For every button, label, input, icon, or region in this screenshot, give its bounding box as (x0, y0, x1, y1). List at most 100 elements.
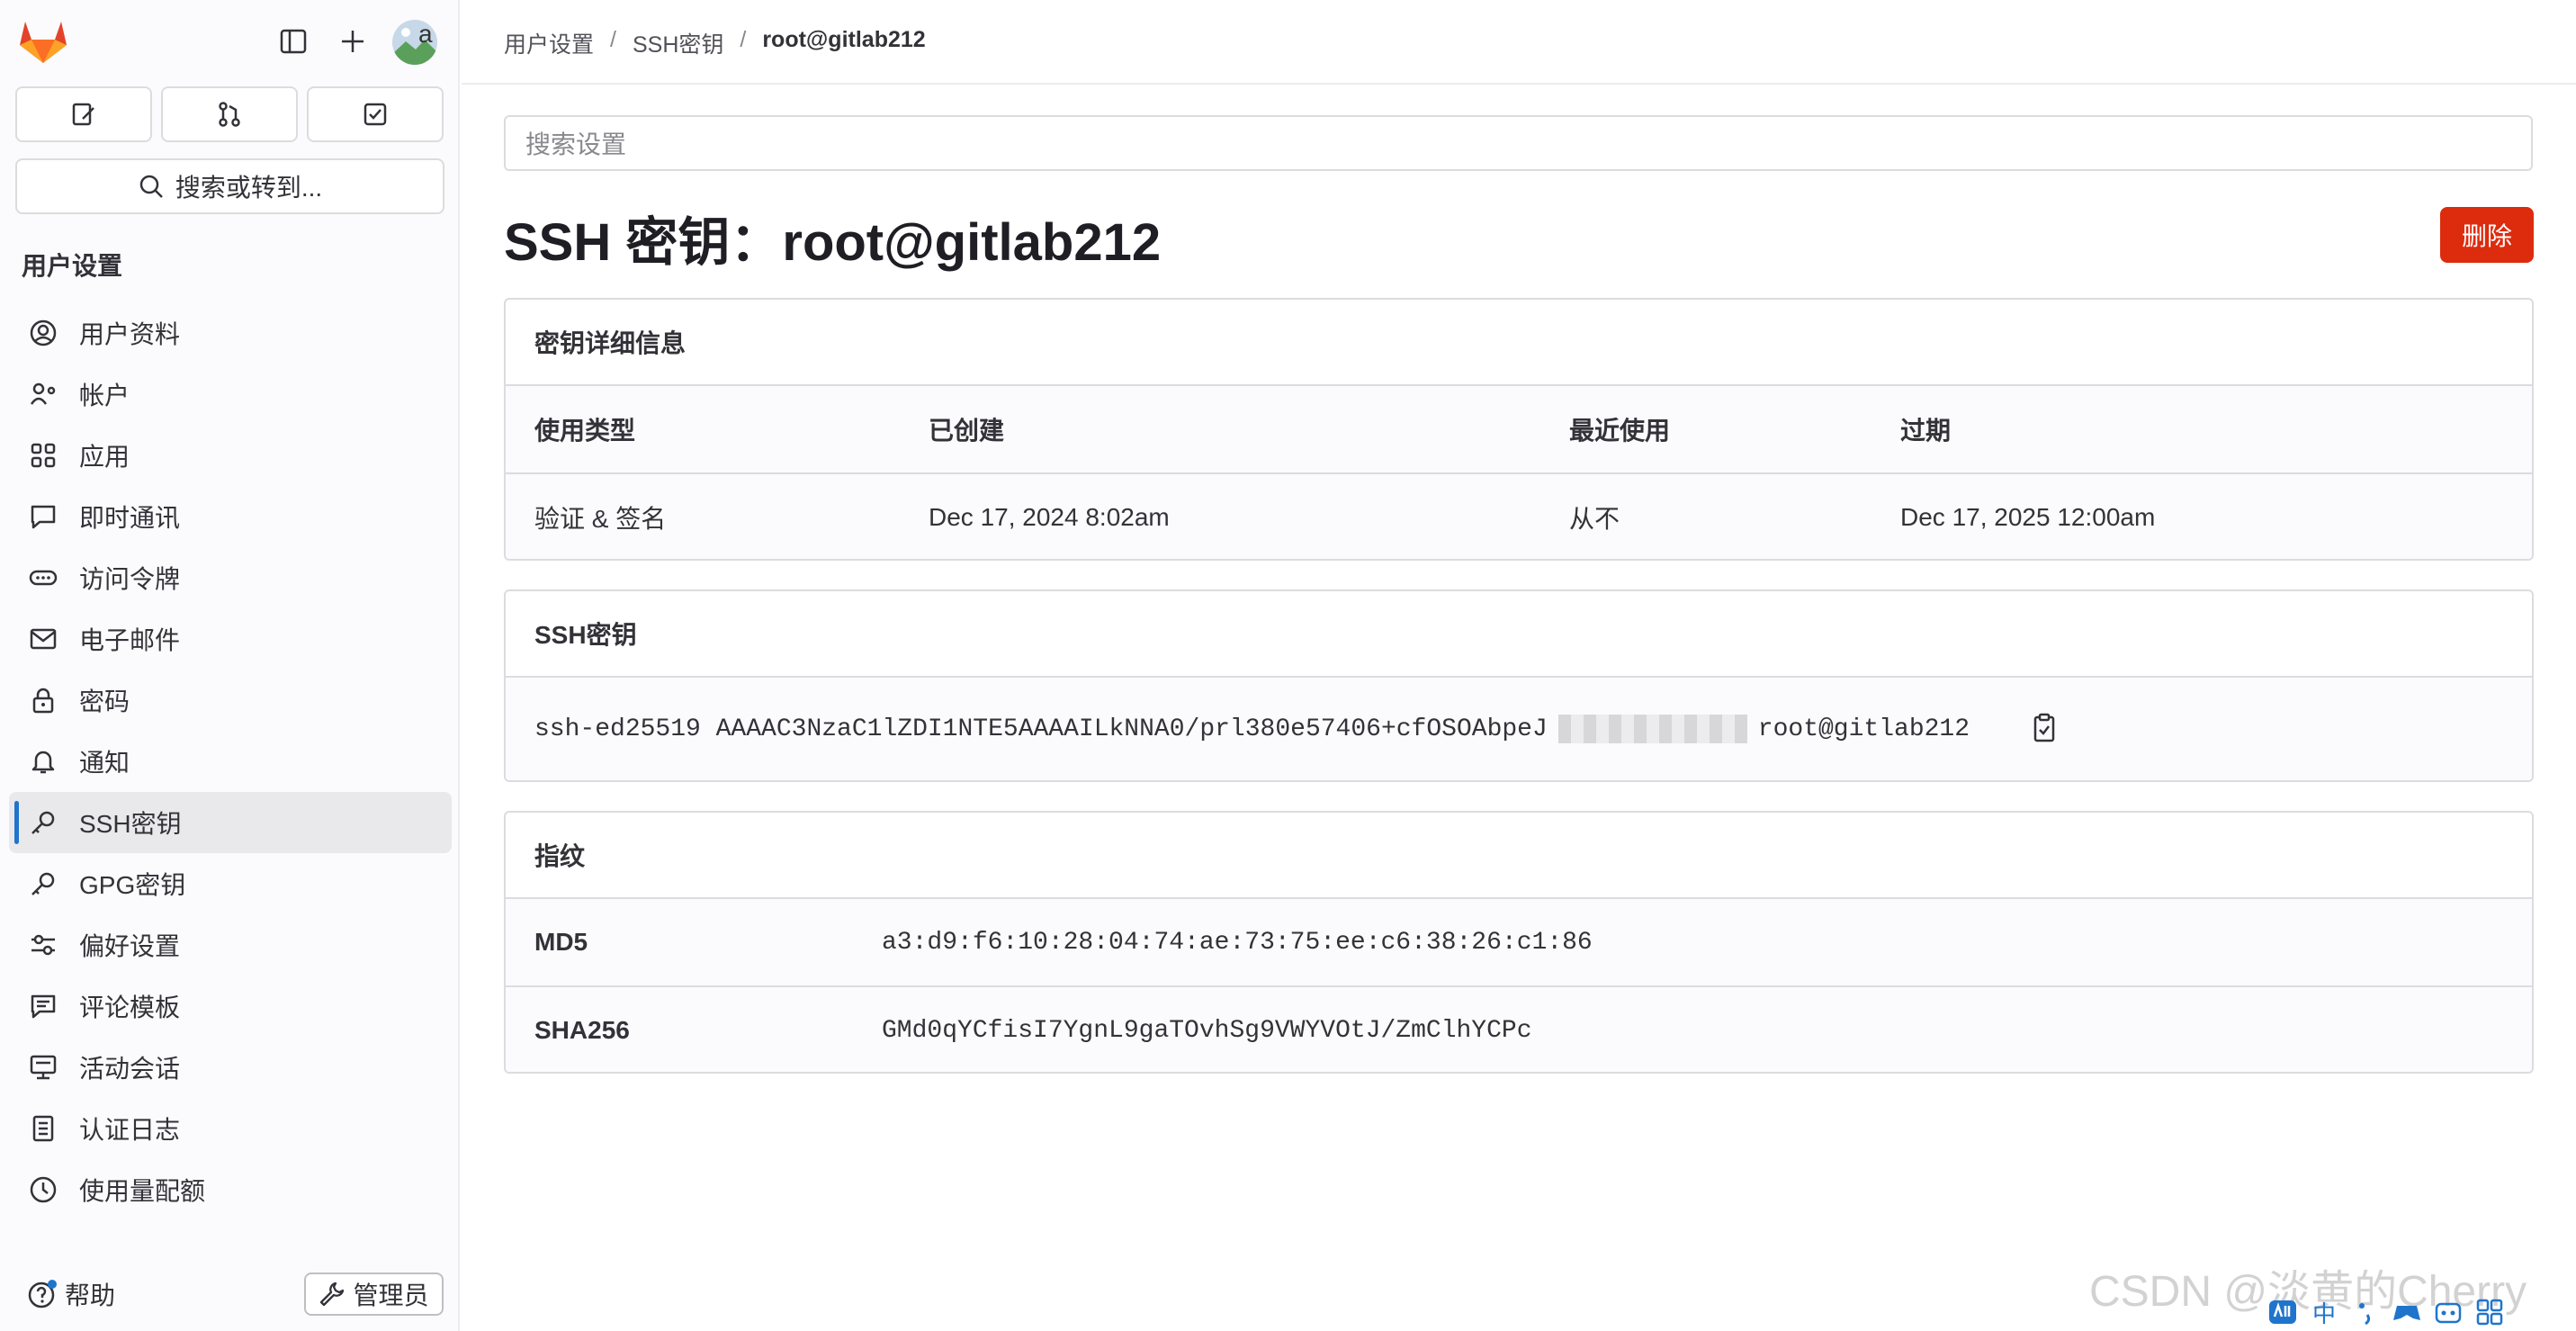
gitlab-logo-icon[interactable] (18, 18, 68, 65)
fingerprint-value-md5: a3:d9:f6:10:28:04:74:ae:73:75:ee:c6:38:2… (882, 928, 1593, 957)
redacted-blur (1557, 715, 1747, 743)
sidebar-section-title: 用户设置 (22, 252, 123, 280)
merge-requests-button[interactable] (161, 86, 298, 142)
sidebar-item-label: 电子邮件 (79, 626, 181, 654)
fingerprint-label-md5: MD5 (534, 928, 588, 956)
sidebar-item-password[interactable]: 密码 (9, 670, 452, 731)
search-or-goto-label: 搜索或转到... (175, 174, 323, 202)
sidebar-item-preferences[interactable]: 偏好设置 (9, 914, 452, 976)
gamepad-icon[interactable] (2392, 1297, 2422, 1327)
column-header-usage-type: 使用类型 (534, 417, 636, 445)
sidebar-item-auth-log[interactable]: 认证日志 (9, 1098, 452, 1159)
sidebar-item-chat[interactable]: 即时通讯 (9, 486, 452, 547)
breadcrumb-item-user-settings[interactable]: 用户设置 (504, 27, 594, 59)
ssh-key-value: ssh-ed25519 AAAAC3NzaC1lZDI1NTE5AAAAILkN… (534, 678, 1970, 780)
fingerprint-label-sha256: SHA256 (534, 1016, 630, 1044)
sidebar-toggle-icon[interactable] (275, 23, 311, 59)
wrench-icon (320, 1282, 345, 1307)
sidebar-item-emails[interactable]: 电子邮件 (9, 608, 452, 670)
sidebar-item-active-sessions[interactable]: 活动会话 (9, 1037, 452, 1098)
ssh-key-card: SSH密钥 ssh-ed25519 AAAAC3NzaC1lZDI1NTE5AA… (504, 589, 2534, 782)
sidebar-item-label: 用户资料 (79, 320, 181, 348)
preferences-icon (27, 929, 59, 961)
ime-icon[interactable] (2267, 1297, 2298, 1327)
breadcrumb-item-ssh-keys[interactable]: SSH密钥 (633, 27, 723, 59)
sidebar-item-comment-templates[interactable]: 评论模板 (9, 976, 452, 1037)
comment-template-icon (27, 990, 59, 1022)
help-button[interactable]: 帮助 (27, 1276, 115, 1312)
applications-icon (27, 439, 59, 472)
breadcrumb: 用户设置 / SSH密钥 / root@gitlab212 (504, 27, 926, 59)
page-title: SSH 密钥：root@gitlab212 (504, 213, 1162, 272)
sidebar-item-label: 使用量配额 (79, 1177, 206, 1205)
mail-icon (27, 623, 59, 655)
table-row: SHA256 GMd0qYCfisI7YgnL9gaTOvhSg9VWYVOtJ… (506, 985, 2532, 1072)
sidebar-top-bar: a (0, 0, 460, 83)
sidebar-item-label: 偏好设置 (79, 932, 181, 960)
breadcrumb-separator: / (740, 27, 747, 52)
token-icon (27, 562, 59, 594)
key-details-card: 密钥详细信息 使用类型 已创建 最近使用 过期 验证 & 签名 Dec 17, … (504, 298, 2534, 561)
todos-button[interactable] (307, 86, 444, 142)
bell-icon (27, 745, 59, 778)
sidebar-item-gpg-keys[interactable]: GPG密钥 (9, 853, 452, 914)
ssh-key-row: ssh-ed25519 AAAAC3NzaC1lZDI1NTE5AAAAILkN… (506, 678, 2532, 780)
created-value: Dec 17, 2024 8:02am (929, 503, 1170, 531)
search-settings-input[interactable]: 搜索设置 (504, 115, 2533, 171)
ssh-key-comment: root@gitlab212 (1757, 715, 1970, 743)
sidebar-item-label: GPG密钥 (79, 871, 186, 899)
sidebar-item-label: 通知 (79, 749, 130, 777)
sidebar-item-label: 帐户 (79, 382, 130, 409)
sidebar-item-usage-quotas[interactable]: 使用量配额 (9, 1159, 452, 1220)
key-icon (27, 806, 59, 839)
search-icon (139, 175, 163, 198)
sidebar-item-label: 活动会话 (79, 1055, 181, 1083)
sidebar: a 搜索或转到... 用户设置 用户资料 帐户 应用 即时通讯 访问令牌 电子邮… (0, 0, 460, 1331)
ssh-key-title: SSH密钥 (506, 591, 2532, 678)
sidebar-item-label: 认证日志 (79, 1116, 181, 1144)
sidebar-item-label: 密码 (79, 688, 130, 715)
todo-check-icon (364, 103, 387, 126)
column-header-created: 已创建 (929, 417, 1005, 445)
account-icon (27, 378, 59, 410)
ssh-key-text: ssh-ed25519 AAAAC3NzaC1lZDI1NTE5AAAAILkN… (534, 715, 1548, 743)
usage-type-value: 验证 & 签名 (534, 505, 667, 533)
key-details-title: 密钥详细信息 (506, 300, 2532, 386)
quota-icon (27, 1174, 59, 1206)
system-tray: 中 (2267, 1294, 2505, 1330)
merge-request-icon (219, 102, 240, 127)
sidebar-item-ssh-keys[interactable]: SSH密钥 (9, 792, 452, 853)
sidebar-item-account[interactable]: 帐户 (9, 364, 452, 425)
chat-icon (27, 500, 59, 533)
log-icon (27, 1112, 59, 1145)
expires-value: Dec 17, 2025 12:00am (1900, 503, 2156, 531)
sidebar-item-profile[interactable]: 用户资料 (9, 302, 452, 364)
sidebar-item-access-tokens[interactable]: 访问令牌 (9, 547, 452, 608)
help-label: 帮助 (65, 1282, 116, 1309)
breadcrumb-item-current[interactable]: root@gitlab212 (762, 27, 925, 59)
punctuation-icon[interactable] (2350, 1297, 2381, 1327)
main-content: 用户设置 / SSH密钥 / root@gitlab212 搜索设置 SSH 密… (462, 0, 2576, 1331)
header-divider (462, 83, 2576, 85)
grid-menu-icon[interactable] (2474, 1297, 2505, 1327)
ime-chinese-mode[interactable]: 中 (2309, 1297, 2339, 1327)
last-used-value: 从不 (1569, 505, 1620, 533)
delete-button[interactable]: 删除 (2440, 207, 2534, 263)
issues-button[interactable] (15, 86, 152, 142)
issues-icon (72, 103, 94, 126)
sidebar-item-label: SSH密钥 (79, 810, 182, 838)
copy-clipboard-icon[interactable] (2030, 712, 2059, 748)
breadcrumb-separator: / (610, 27, 616, 52)
sidebar-item-notifications[interactable]: 通知 (9, 731, 452, 792)
sidebar-item-applications[interactable]: 应用 (9, 425, 452, 486)
admin-label: 管理员 (353, 1282, 429, 1309)
key-icon (27, 868, 59, 900)
search-or-goto-button[interactable]: 搜索或转到... (15, 158, 444, 214)
plus-icon[interactable] (335, 23, 371, 59)
search-settings-placeholder: 搜索设置 (525, 130, 627, 158)
sidebar-item-label: 应用 (79, 443, 130, 471)
admin-button[interactable]: 管理员 (304, 1273, 444, 1316)
robot-icon[interactable] (2433, 1297, 2464, 1327)
fingerprints-card: 指纹 MD5 a3:d9:f6:10:28:04:74:ae:73:75:ee:… (504, 811, 2534, 1074)
sidebar-item-label: 访问令牌 (79, 565, 181, 593)
